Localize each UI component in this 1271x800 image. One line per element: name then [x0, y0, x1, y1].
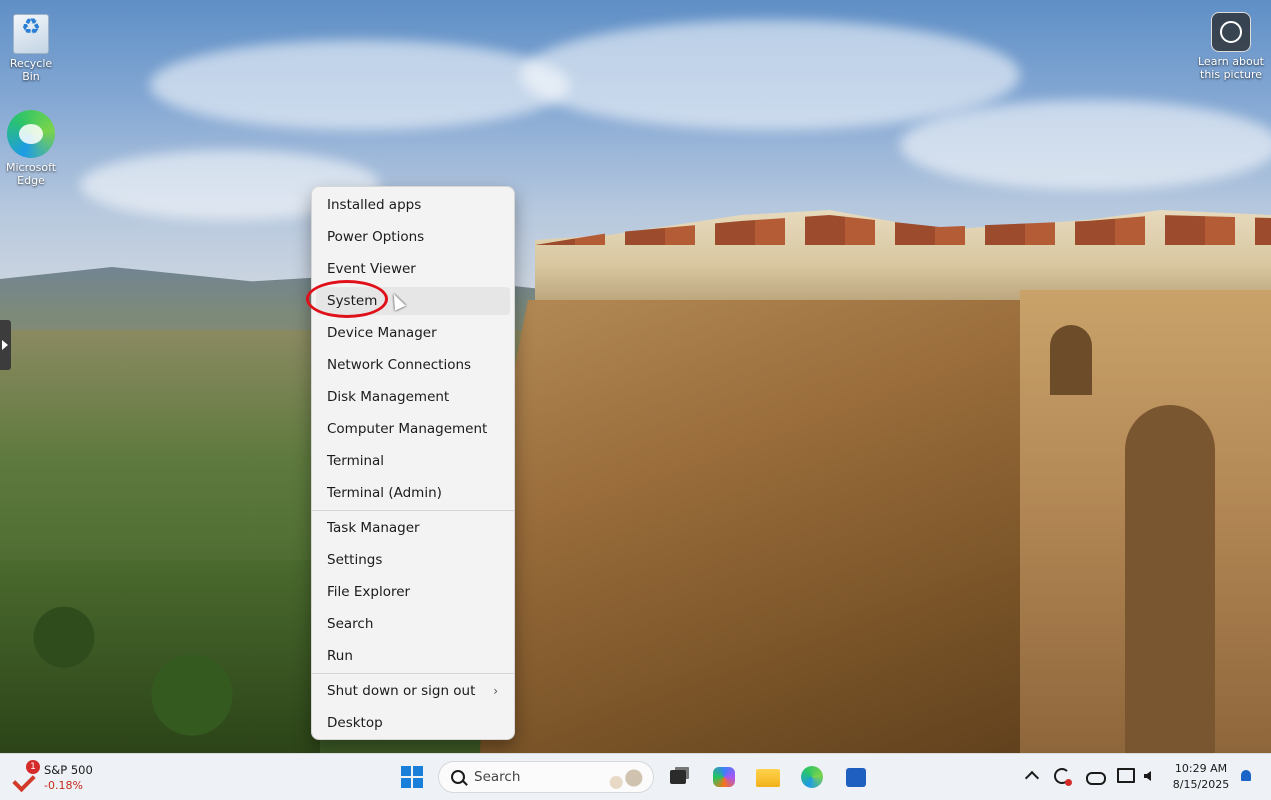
- task-view-button[interactable]: [664, 762, 696, 792]
- notification-badge: 1: [26, 760, 40, 774]
- learn-about-picture-shortcut[interactable]: Learn about this picture: [1197, 12, 1265, 81]
- store-icon: [846, 768, 866, 787]
- taskbar: 1 S&P 500 -0.18% Search 10:29 AM 8/15/20…: [0, 753, 1271, 800]
- notifications-bell-icon[interactable]: [1238, 768, 1256, 786]
- windows-logo-icon: [401, 766, 411, 776]
- show-hidden-icons-chevron-up-icon[interactable]: [1023, 768, 1041, 786]
- taskbar-search-box[interactable]: Search: [438, 761, 654, 793]
- recycle-bin-label: Recycle Bin: [9, 57, 53, 83]
- clock-date: 8/15/2025: [1172, 778, 1230, 791]
- chevron-right-icon: ›: [493, 684, 498, 698]
- network-icon[interactable]: [1117, 768, 1135, 786]
- menu-item-settings[interactable]: Settings: [316, 546, 510, 574]
- recycle-bin-shortcut[interactable]: Recycle Bin: [0, 14, 62, 83]
- search-icon: [451, 770, 465, 784]
- annotation-circle: [306, 280, 388, 318]
- menu-item-computer-management[interactable]: Computer Management: [316, 415, 510, 443]
- recycle-bin-icon: [13, 14, 49, 54]
- task-view-icon: [670, 770, 686, 784]
- wallpaper-cliff: [480, 300, 1080, 753]
- sync-icon[interactable]: [1054, 768, 1072, 786]
- menu-item-file-explorer[interactable]: File Explorer: [316, 578, 510, 606]
- edge-button[interactable]: [796, 762, 828, 792]
- edge-label: Microsoft Edge: [6, 161, 57, 187]
- file-explorer-button[interactable]: [752, 762, 784, 792]
- clock-time: 10:29 AM: [1174, 762, 1228, 775]
- menu-item-label: Shut down or sign out: [327, 683, 476, 699]
- winx-context-menu: Installed apps Power Options Event Viewe…: [311, 186, 515, 740]
- menu-item-network-connections[interactable]: Network Connections: [316, 351, 510, 379]
- desktop-wallpaper: Recycle Bin Microsoft Edge Learn about t…: [0, 0, 1271, 753]
- start-button[interactable]: [396, 762, 428, 792]
- folder-icon: [756, 769, 780, 787]
- edge-shortcut[interactable]: Microsoft Edge: [0, 110, 62, 187]
- menu-item-event-viewer[interactable]: Event Viewer: [316, 255, 510, 283]
- menu-item-task-manager[interactable]: Task Manager: [316, 514, 510, 542]
- edge-icon: [7, 110, 55, 158]
- onedrive-offline-icon[interactable]: [1086, 768, 1106, 786]
- edge-icon: [801, 766, 823, 788]
- menu-item-installed-apps[interactable]: Installed apps: [316, 191, 510, 219]
- copilot-button[interactable]: [708, 762, 740, 792]
- menu-item-terminal-admin[interactable]: Terminal (Admin): [316, 479, 510, 507]
- menu-item-device-manager[interactable]: Device Manager: [316, 319, 510, 347]
- copilot-icon: [713, 767, 735, 787]
- menu-item-search[interactable]: Search: [316, 610, 510, 638]
- learn-about-picture-label: Learn about this picture: [1198, 55, 1264, 81]
- microsoft-store-button[interactable]: [840, 762, 872, 792]
- menu-item-disk-management[interactable]: Disk Management: [316, 383, 510, 411]
- menu-item-desktop[interactable]: Desktop: [316, 709, 510, 737]
- stock-change: -0.18%: [44, 779, 83, 792]
- menu-item-run[interactable]: Run: [316, 642, 510, 670]
- menu-item-shut-down-or-sign-out[interactable]: Shut down or sign out ›: [316, 677, 510, 705]
- widgets-handle[interactable]: [0, 320, 11, 370]
- stock-name: S&P 500: [44, 763, 93, 777]
- menu-item-terminal[interactable]: Terminal: [316, 447, 510, 475]
- menu-separator: [312, 673, 514, 674]
- search-highlight-image: [603, 767, 647, 789]
- stock-widget[interactable]: 1 S&P 500 -0.18%: [10, 760, 110, 794]
- menu-item-power-options[interactable]: Power Options: [316, 223, 510, 251]
- clock[interactable]: 10:29 AM 8/15/2025: [1168, 762, 1234, 791]
- learn-about-picture-icon: [1211, 12, 1251, 52]
- menu-separator: [312, 510, 514, 511]
- search-placeholder: Search: [474, 769, 521, 785]
- volume-muted-icon[interactable]: [1144, 768, 1162, 786]
